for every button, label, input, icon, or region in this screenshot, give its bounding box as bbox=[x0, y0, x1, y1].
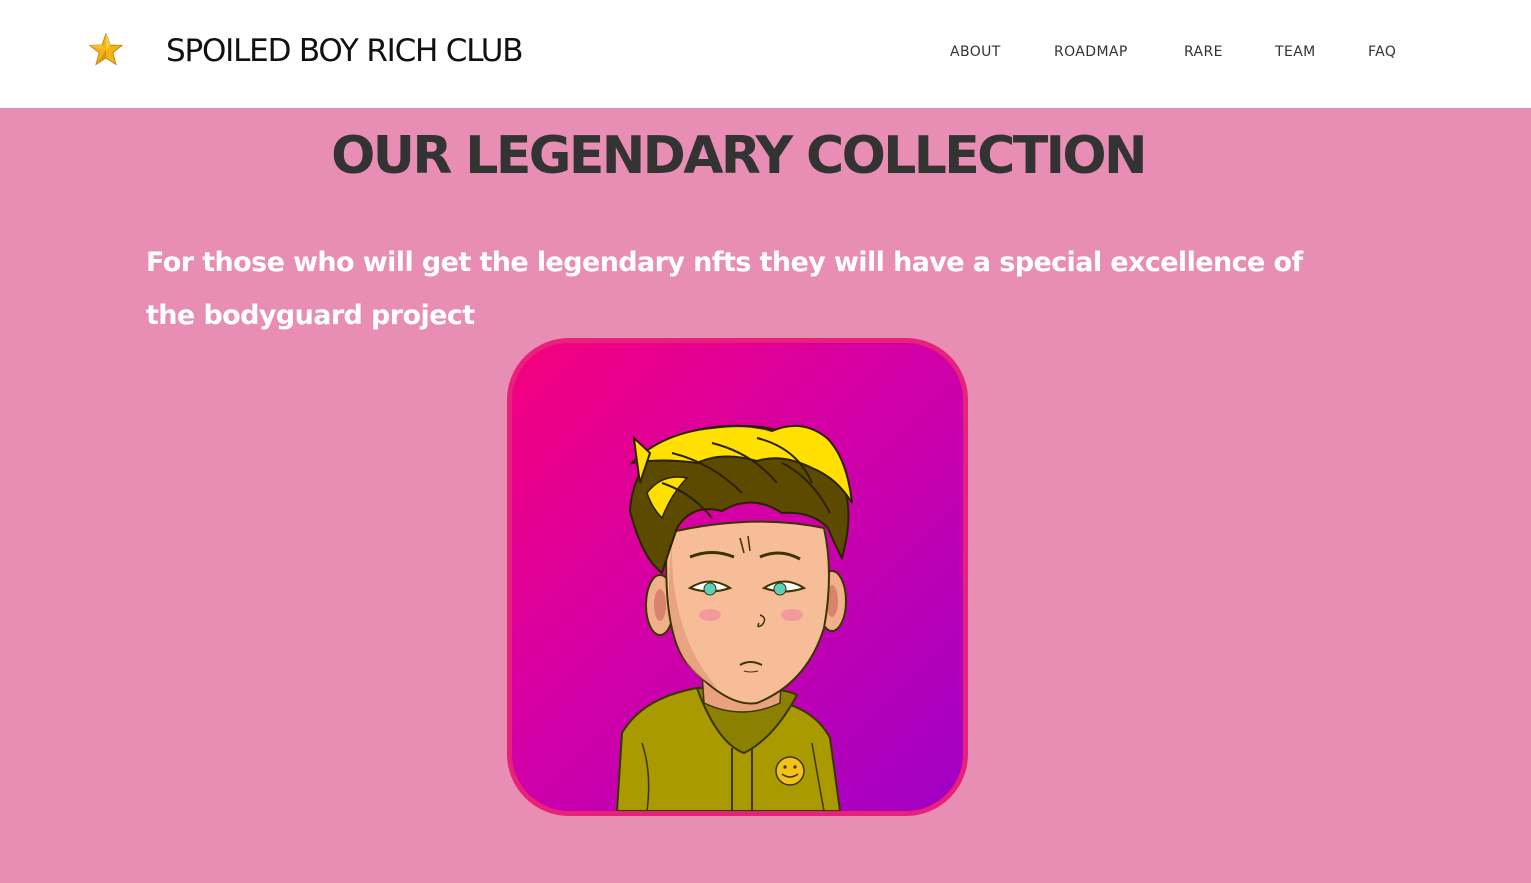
legendary-collection-section: OUR LEGENDARY COLLECTION For those who w… bbox=[0, 108, 1531, 883]
star-icon[interactable] bbox=[86, 30, 126, 70]
section-description: For those who will get the legendary nft… bbox=[146, 247, 1303, 331]
nav-faq[interactable]: FAQ bbox=[1368, 44, 1396, 60]
nav-rare[interactable]: RARE bbox=[1184, 44, 1223, 60]
nft-image-card[interactable] bbox=[507, 338, 968, 816]
section-heading: OUR LEGENDARY COLLECTION bbox=[331, 126, 1147, 186]
nav-about[interactable]: ABOUT bbox=[950, 44, 1001, 60]
nav-team[interactable]: TEAM bbox=[1275, 44, 1316, 60]
cartoon-boy-avatar bbox=[615, 424, 853, 811]
site-title[interactable]: SPOILED BOY RICH CLUB bbox=[166, 33, 524, 69]
nav-roadmap[interactable]: ROADMAP bbox=[1054, 44, 1128, 60]
top-navbar: SPOILED BOY RICH CLUB ABOUT ROADMAP RARE… bbox=[0, 0, 1531, 108]
